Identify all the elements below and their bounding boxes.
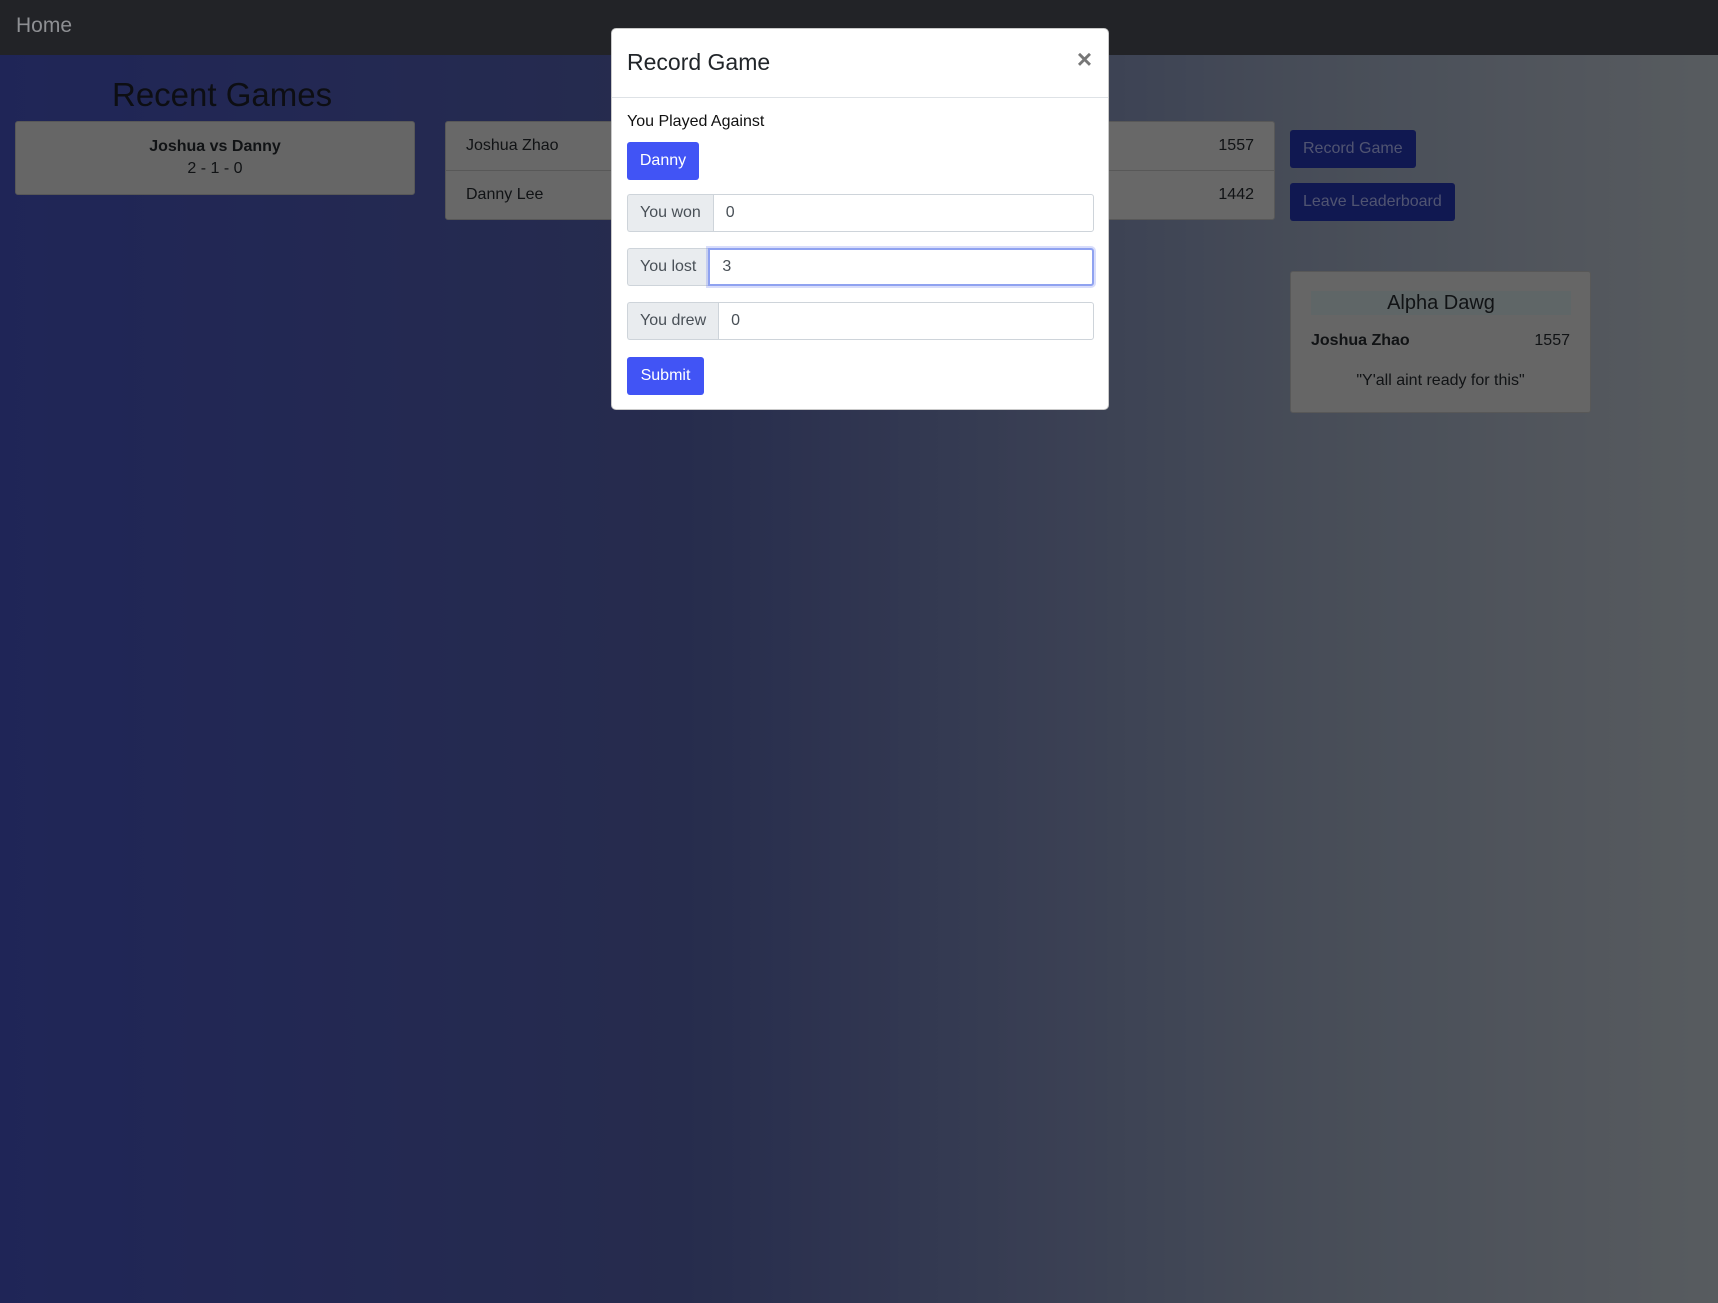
lost-input-group: You lost [627, 248, 1094, 286]
record-game-modal: Record Game × You Played Against Danny Y… [611, 28, 1109, 410]
modal-header: Record Game × [612, 29, 1108, 98]
close-icon[interactable]: × [1077, 44, 1092, 75]
lost-label: You lost [627, 248, 709, 286]
opponent-button[interactable]: Danny [627, 142, 699, 180]
won-input[interactable] [712, 194, 1094, 232]
drew-label: You drew [627, 302, 719, 340]
played-against-label: You Played Against [627, 113, 765, 130]
submit-button[interactable]: Submit [627, 357, 704, 395]
home-link[interactable]: Home [16, 14, 72, 38]
lost-input[interactable] [708, 248, 1094, 286]
won-input-group: You won [627, 194, 1094, 232]
drew-input[interactable] [718, 302, 1094, 340]
drew-input-group: You drew [627, 302, 1094, 340]
modal-title: Record Game [627, 49, 771, 75]
won-label: You won [627, 194, 713, 232]
